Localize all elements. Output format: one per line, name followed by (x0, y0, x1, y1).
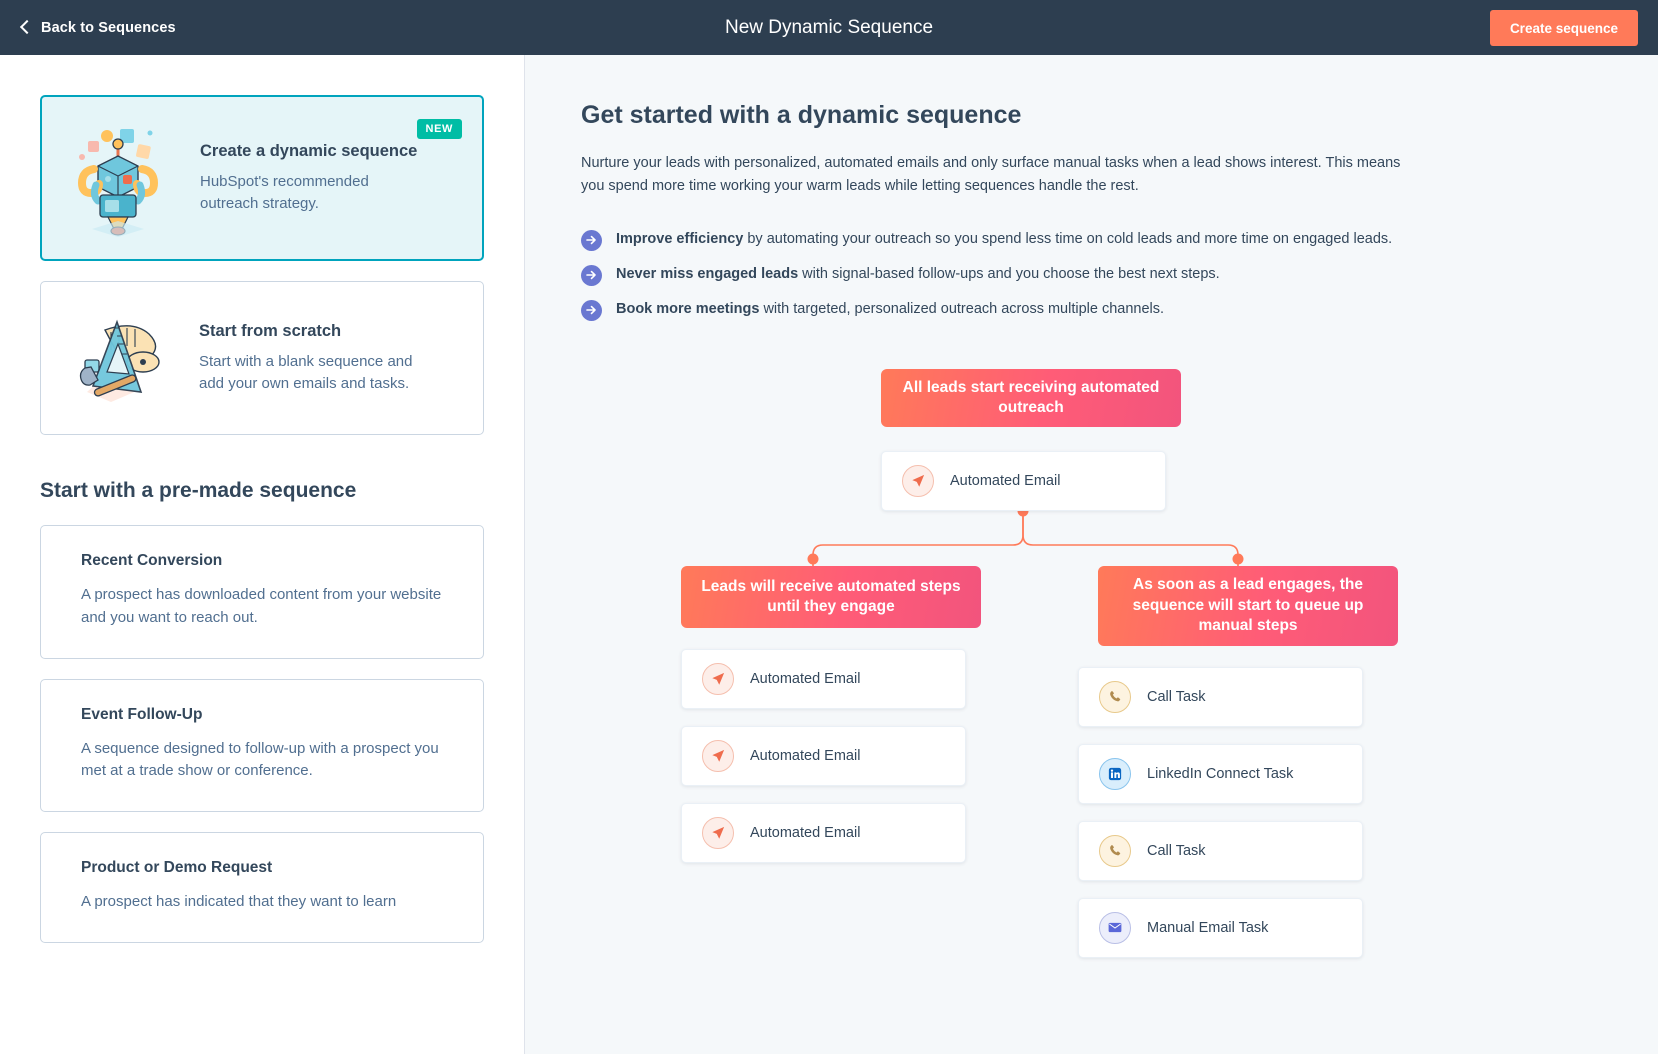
step-label: Automated Email (750, 824, 861, 841)
ruler-hammer-illustration (65, 304, 185, 412)
paper-plane-icon (902, 464, 934, 497)
premade-section-heading: Start with a pre-made sequence (40, 479, 357, 502)
back-to-sequences-button[interactable]: Back to Sequences (19, 19, 176, 36)
benefit-bold: Never miss engaged leads (616, 265, 799, 282)
step-card-automated-email-3[interactable]: Automated Email (681, 802, 966, 863)
benefit-rest: with targeted, personalized outreach acr… (759, 300, 1165, 317)
arrow-right-circle-icon (581, 299, 602, 321)
banner-leads-receive-automated: Leads will receive automated steps until… (681, 565, 981, 628)
step-label: LinkedIn Connect Task (1147, 765, 1294, 782)
step-label: Automated Email (750, 747, 861, 764)
benefit-item: Never miss engaged leads with signal-bas… (581, 264, 1658, 286)
premade-title: Recent Conversion (81, 552, 223, 569)
step-label: Call Task (1147, 688, 1206, 705)
option-title: Create a dynamic sequence (200, 141, 418, 160)
premade-title: Product or Demo Request (81, 859, 273, 877)
benefit-bold: Improve efficiency (616, 230, 744, 247)
create-sequence-button[interactable]: Create sequence (1489, 10, 1638, 46)
option-description: HubSpot's recommended outreach strategy. (200, 172, 369, 212)
step-card-automated-email-root[interactable]: Automated Email (881, 450, 1166, 511)
step-card-call-task-1[interactable]: Call Task (1078, 666, 1363, 727)
premade-description: A prospect has downloaded content from y… (81, 586, 442, 626)
paper-plane-icon (702, 739, 734, 772)
option-title: Start from scratch (199, 321, 342, 340)
premade-card-recent-conversion[interactable]: Recent Conversion A prospect has downloa… (40, 525, 484, 659)
benefit-rest: by automating your outreach so you spend… (743, 230, 1393, 247)
step-label: Manual Email Task (1147, 919, 1269, 936)
new-badge: NEW (416, 119, 462, 139)
sidebar: Create a dynamic sequence HubSpot's reco… (0, 55, 525, 1054)
benefit-rest: with signal-based follow-ups and you cho… (798, 265, 1220, 282)
option-description: Start with a blank sequence and add your… (199, 352, 413, 392)
premade-card-event-follow-up[interactable]: Event Follow-Up A sequence designed to f… (40, 678, 484, 813)
linkedin-icon (1099, 757, 1131, 790)
benefit-item: Improve efficiency by automating your ou… (581, 229, 1658, 251)
back-to-sequences-label: Back to Sequences (41, 19, 176, 36)
main-heading: Get started with a dynamic sequence (581, 101, 1022, 129)
banner-all-leads-start: All leads start receiving automated outr… (881, 368, 1181, 427)
sequence-diagram: All leads start receiving automated outr… (581, 359, 1621, 999)
benefit-item: Book more meetings with targeted, person… (581, 299, 1658, 321)
page-title: New Dynamic Sequence (724, 16, 934, 38)
step-card-automated-email-2[interactable]: Automated Email (681, 725, 966, 786)
chevron-left-icon (19, 19, 35, 35)
step-card-call-task-2[interactable]: Call Task (1078, 820, 1363, 881)
step-card-manual-email-task[interactable]: Manual Email Task (1078, 897, 1363, 958)
paper-plane-icon (702, 816, 734, 849)
option-card-start-from-scratch[interactable]: Start from scratch Start with a blank se… (40, 281, 484, 435)
option-card-dynamic-sequence[interactable]: Create a dynamic sequence HubSpot's reco… (40, 95, 484, 261)
step-label: Call Task (1147, 842, 1206, 859)
step-label: Automated Email (750, 670, 861, 687)
paper-plane-icon (702, 662, 734, 695)
premade-title: Event Follow-Up (81, 705, 203, 723)
benefits-list: Improve efficiency by automating your ou… (581, 229, 1658, 321)
arrow-right-circle-icon (581, 229, 602, 251)
phone-icon (1099, 834, 1131, 867)
robot-illustration (66, 119, 186, 237)
top-bar: Back to Sequences New Dynamic Sequence C… (0, 0, 1658, 55)
step-label: Automated Email (950, 472, 1061, 489)
premade-card-product-or-demo-request[interactable]: Product or Demo Request A prospect has i… (40, 832, 484, 943)
banner-lead-engages-manual: As soon as a lead engages, the sequence … (1098, 565, 1398, 646)
benefit-bold: Book more meetings (616, 300, 760, 317)
phone-icon (1099, 680, 1131, 713)
premade-description: A prospect has indicated that they want … (81, 893, 397, 911)
arrow-right-circle-icon (581, 264, 602, 286)
premade-description: A sequence designed to follow-up with a … (81, 739, 439, 780)
step-card-automated-email-1[interactable]: Automated Email (681, 648, 966, 709)
step-card-linkedin-connect-task[interactable]: LinkedIn Connect Task (1078, 743, 1363, 804)
envelope-icon (1099, 911, 1131, 944)
main-panel: Get started with a dynamic sequence Nurt… (525, 55, 1658, 1054)
main-description: Nurture your leads with personalized, au… (581, 155, 1401, 195)
